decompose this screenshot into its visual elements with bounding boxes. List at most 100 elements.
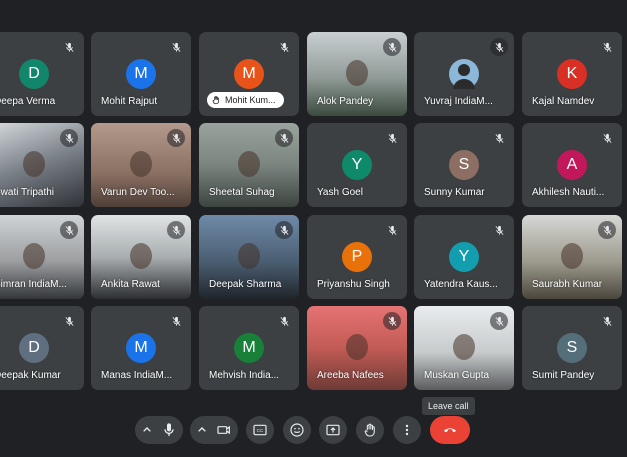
avatar: M bbox=[234, 59, 264, 89]
muted-mic-icon bbox=[598, 312, 616, 330]
participant-tile[interactable]: Y Yash Goel bbox=[307, 123, 407, 207]
participant-name: Simran IndiaM... bbox=[0, 279, 67, 290]
avatar: A bbox=[557, 150, 587, 180]
participant-tile[interactable]: Alok Pandey bbox=[307, 32, 407, 116]
participant-tile[interactable]: S Sumit Pandey bbox=[522, 306, 622, 390]
participant-name: Yash Goel bbox=[317, 187, 363, 198]
muted-mic-icon bbox=[383, 221, 401, 239]
muted-mic-icon bbox=[490, 38, 508, 56]
muted-mic-icon bbox=[60, 129, 78, 147]
muted-mic-icon bbox=[167, 38, 185, 56]
avatar: Y bbox=[342, 150, 372, 180]
muted-mic-icon bbox=[490, 221, 508, 239]
raise-hand-button[interactable] bbox=[356, 416, 384, 444]
avatar: S bbox=[557, 333, 587, 363]
participant-tile[interactable]: Areeba Nafees bbox=[307, 306, 407, 390]
participant-tile[interactable]: M Mohit Rajput bbox=[91, 32, 191, 116]
participant-name: Sunny Kumar bbox=[424, 187, 485, 198]
muted-mic-icon bbox=[275, 221, 293, 239]
participant-name: Kajal Namdev bbox=[532, 96, 595, 107]
participant-silhouette bbox=[23, 243, 45, 269]
participant-tile[interactable]: D Deepak Kumar bbox=[0, 306, 84, 390]
participant-name: Saurabh Kumar bbox=[532, 279, 603, 290]
microphone-icon[interactable] bbox=[157, 422, 181, 438]
participant-tile[interactable]: Saurabh Kumar bbox=[522, 215, 622, 299]
chevron-up-icon[interactable] bbox=[137, 422, 157, 438]
participant-silhouette bbox=[130, 151, 152, 177]
closed-captions-icon: CC bbox=[253, 424, 267, 436]
participant-tile[interactable]: Y Yatendra Kaus... bbox=[414, 215, 514, 299]
participant-silhouette bbox=[23, 151, 45, 177]
participant-tile[interactable]: Swati Tripathi bbox=[0, 123, 84, 207]
more-options-button[interactable] bbox=[393, 416, 421, 444]
avatar: D bbox=[19, 333, 49, 363]
camera-control-group bbox=[190, 416, 238, 444]
participant-tile[interactable]: Simran IndiaM... bbox=[0, 215, 84, 299]
muted-mic-icon bbox=[598, 221, 616, 239]
avatar: D bbox=[19, 59, 49, 89]
avatar: M bbox=[126, 59, 156, 89]
muted-mic-icon bbox=[60, 312, 78, 330]
participant-name: Akhilesh Nauti... bbox=[532, 187, 605, 198]
participant-silhouette bbox=[238, 243, 260, 269]
raised-hand-badge: Mohit Kum... bbox=[207, 92, 284, 108]
participant-silhouette bbox=[346, 60, 368, 86]
participant-tile[interactable]: A Akhilesh Nauti... bbox=[522, 123, 622, 207]
muted-mic-icon bbox=[167, 312, 185, 330]
participant-name: Yatendra Kaus... bbox=[424, 279, 498, 290]
muted-mic-icon bbox=[598, 38, 616, 56]
muted-mic-icon bbox=[275, 129, 293, 147]
participant-tile[interactable]: P Priyanshu Singh bbox=[307, 215, 407, 299]
emoji-button[interactable] bbox=[283, 416, 311, 444]
participant-tile[interactable]: M Mohit Kum... bbox=[199, 32, 299, 116]
avatar: K bbox=[557, 59, 587, 89]
emoji-icon bbox=[290, 423, 304, 437]
participant-name: Yuvraj IndiaM... bbox=[424, 96, 493, 107]
participant-tile[interactable]: Ankita Rawat bbox=[91, 215, 191, 299]
muted-mic-icon bbox=[383, 38, 401, 56]
participant-silhouette bbox=[453, 334, 475, 360]
participant-name: Alok Pandey bbox=[317, 96, 374, 107]
leave-call-button[interactable] bbox=[430, 416, 470, 444]
participant-tile[interactable]: Yuvraj IndiaM... bbox=[414, 32, 514, 116]
participant-tile[interactable]: Sheetal Suhag bbox=[199, 123, 299, 207]
muted-mic-icon bbox=[383, 129, 401, 147]
participant-tile[interactable]: K Kajal Namdev bbox=[522, 32, 622, 116]
present-button[interactable] bbox=[319, 416, 347, 444]
avatar: P bbox=[342, 242, 372, 272]
participant-name: Swati Tripathi bbox=[0, 187, 55, 198]
participant-silhouette bbox=[238, 151, 260, 177]
hand-icon bbox=[364, 423, 375, 437]
participant-silhouette bbox=[130, 243, 152, 269]
avatar: M bbox=[234, 333, 264, 363]
muted-mic-icon bbox=[167, 129, 185, 147]
participant-tile[interactable]: D Deepa Verma bbox=[0, 32, 84, 116]
participant-silhouette bbox=[346, 334, 368, 360]
captions-button[interactable]: CC bbox=[246, 416, 274, 444]
muted-mic-icon bbox=[490, 312, 508, 330]
participant-name: Manas IndiaM... bbox=[101, 370, 173, 381]
muted-mic-icon bbox=[275, 312, 293, 330]
participant-tile[interactable]: M Manas IndiaM... bbox=[91, 306, 191, 390]
muted-mic-icon bbox=[490, 129, 508, 147]
participant-name: Varun Dev Too... bbox=[101, 187, 175, 198]
participant-tile[interactable]: S Sunny Kumar bbox=[414, 123, 514, 207]
participant-name: Mohit Kum... bbox=[225, 95, 276, 105]
participant-name: Sheetal Suhag bbox=[209, 187, 275, 198]
chevron-up-icon[interactable] bbox=[192, 422, 212, 438]
participant-name: Areeba Nafees bbox=[317, 370, 384, 381]
muted-mic-icon bbox=[598, 129, 616, 147]
participant-tile[interactable]: M Mehvish India... bbox=[199, 306, 299, 390]
participant-name: Mohit Rajput bbox=[101, 96, 158, 107]
participant-name: Mehvish India... bbox=[209, 370, 280, 381]
participant-tile[interactable]: Varun Dev Too... bbox=[91, 123, 191, 207]
camera-icon[interactable] bbox=[212, 422, 236, 438]
participant-tile[interactable]: Deepak Sharma bbox=[199, 215, 299, 299]
participant-name: Deepak Sharma bbox=[209, 279, 282, 290]
participant-tile[interactable]: Muskan Gupta bbox=[414, 306, 514, 390]
participant-name: Muskan Gupta bbox=[424, 370, 490, 381]
participant-silhouette bbox=[561, 243, 583, 269]
mic-control-group bbox=[135, 416, 183, 444]
participant-name: Deepa Verma bbox=[0, 96, 56, 107]
muted-mic-icon bbox=[60, 38, 78, 56]
